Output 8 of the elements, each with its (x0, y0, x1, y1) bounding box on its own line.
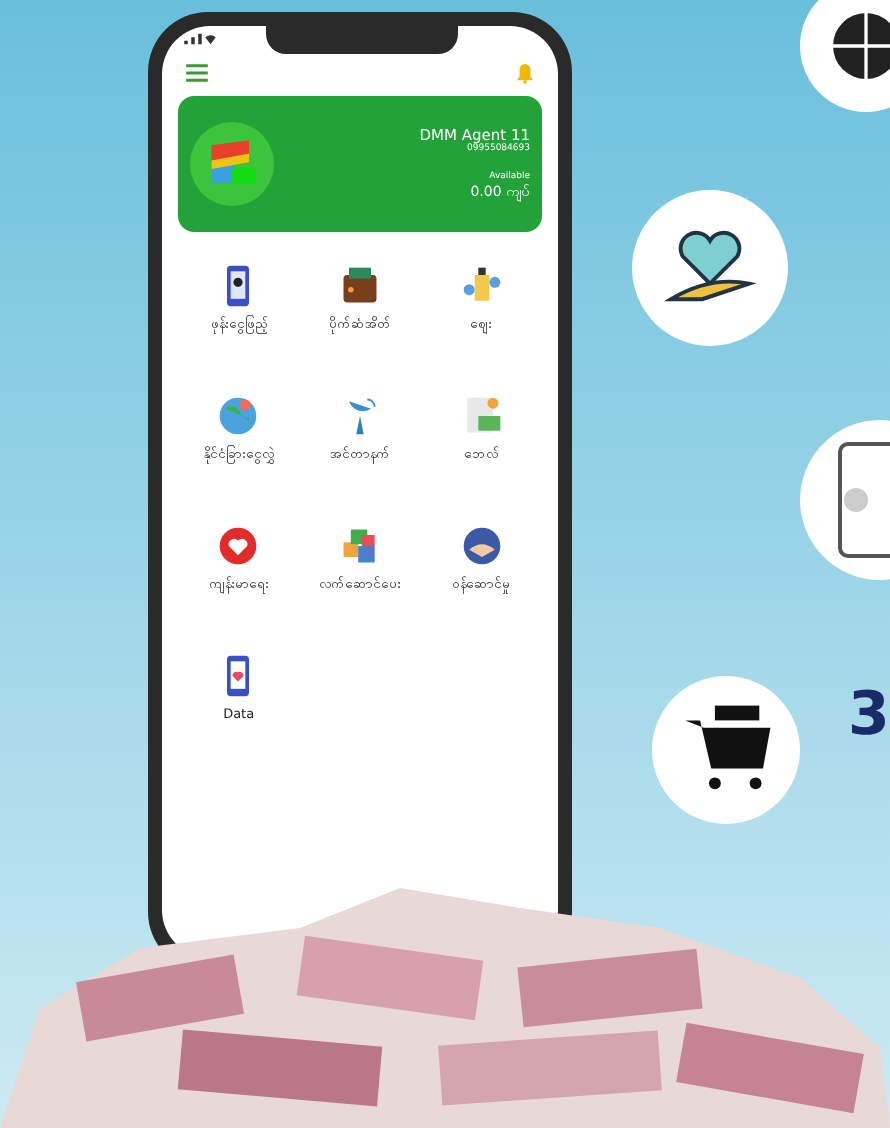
signal-icon (182, 32, 218, 46)
health-icon[interactable] (216, 524, 261, 568)
menu-icon[interactable] (186, 64, 208, 82)
heading-fragment: 3 (848, 680, 890, 750)
cart-badge-icon (652, 676, 800, 824)
heart-hand-badge-icon (632, 190, 788, 346)
globe-icon[interactable] (216, 394, 261, 438)
logo-icon (190, 122, 274, 206)
